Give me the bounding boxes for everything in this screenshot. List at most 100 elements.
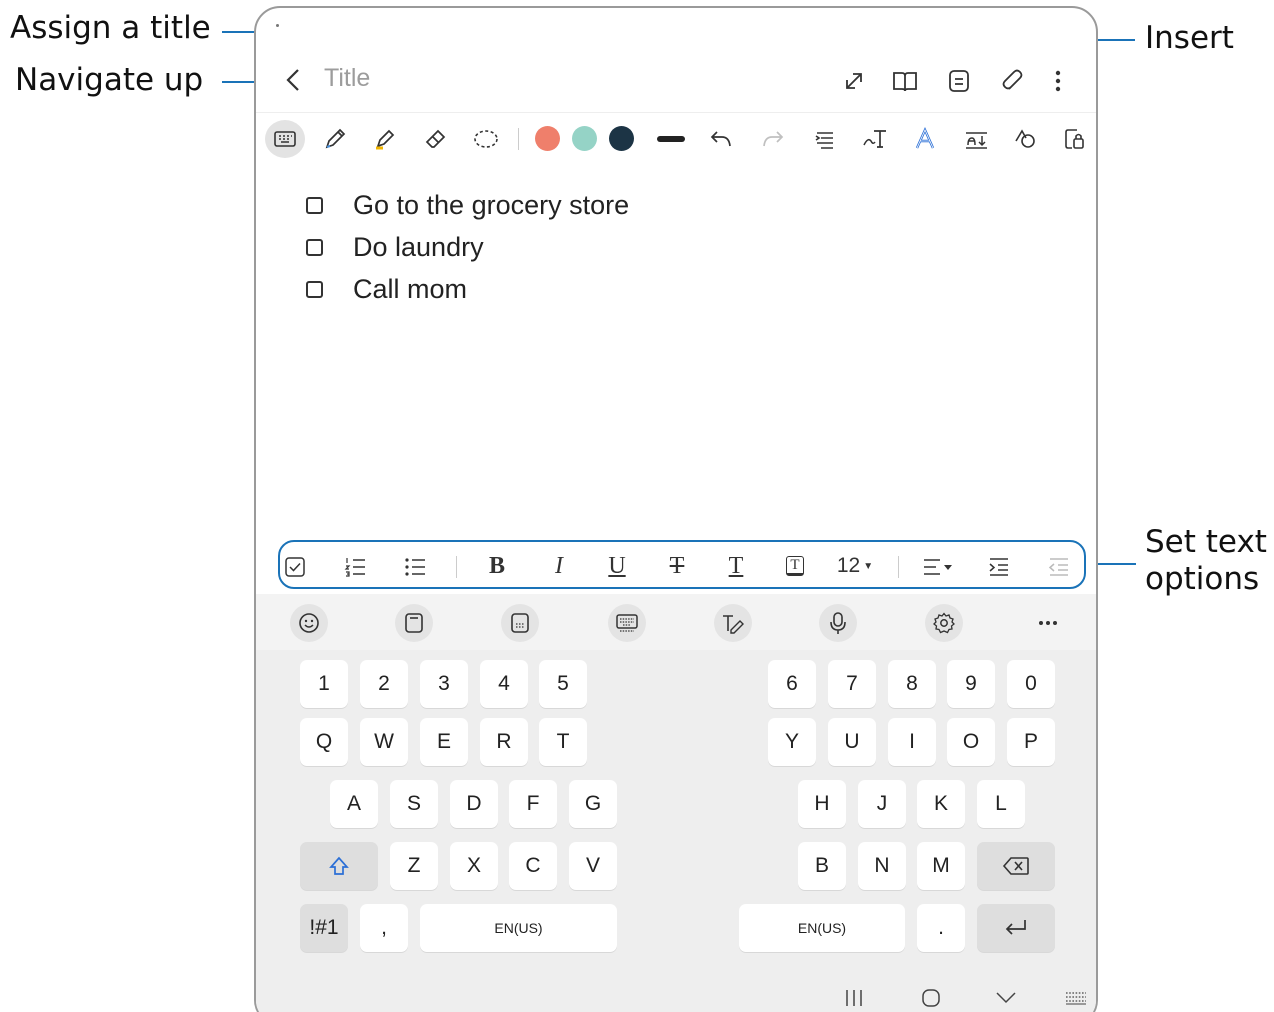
key[interactable]: I (888, 718, 936, 766)
key[interactable]: P (1007, 718, 1055, 766)
expand-icon[interactable] (838, 66, 870, 96)
key[interactable]: 8 (888, 660, 936, 708)
outdent-icon[interactable] (1046, 554, 1072, 580)
key[interactable]: W (360, 718, 408, 766)
checklist-item-text[interactable]: Call mom (353, 274, 467, 305)
microphone-icon[interactable] (819, 604, 857, 642)
stroke-width-icon[interactable] (654, 124, 688, 154)
space-bar-right[interactable]: EN(US) (739, 904, 905, 952)
bold-button[interactable]: B (482, 553, 512, 579)
key[interactable]: O (947, 718, 995, 766)
keyboard-size-icon[interactable] (608, 604, 646, 642)
comma-key[interactable]: , (360, 904, 408, 952)
handwriting-icon[interactable] (714, 604, 752, 642)
page-icon[interactable] (943, 66, 975, 96)
emoji-icon[interactable] (290, 604, 328, 642)
key[interactable]: 7 (828, 660, 876, 708)
shapes-icon[interactable] (1010, 124, 1040, 154)
checklist-item-text[interactable]: Do laundry (353, 232, 484, 263)
key[interactable]: 0 (1007, 660, 1055, 708)
key[interactable]: U (828, 718, 876, 766)
checkbox-icon[interactable] (306, 281, 323, 298)
period-key[interactable]: . (917, 904, 965, 952)
backspace-key[interactable] (977, 842, 1055, 890)
paragraph-align-icon[interactable] (920, 554, 956, 580)
strikethrough-button[interactable]: T (662, 553, 692, 579)
key[interactable]: 1 (300, 660, 348, 708)
one-handed-keyboard-icon[interactable] (501, 604, 539, 642)
align-text-icon[interactable] (810, 124, 840, 154)
checklist-item-text[interactable]: Go to the grocery store (353, 190, 629, 221)
key[interactable]: 9 (947, 660, 995, 708)
symbols-key[interactable]: !#1 (300, 904, 348, 952)
key[interactable]: X (450, 842, 498, 890)
undo-icon[interactable] (706, 124, 736, 154)
highlighter-icon[interactable] (370, 124, 400, 154)
clipboard-icon[interactable] (395, 604, 433, 642)
italic-button[interactable]: I (544, 553, 574, 579)
key[interactable]: R (480, 718, 528, 766)
key[interactable]: H (798, 780, 846, 828)
key[interactable]: S (390, 780, 438, 828)
keyboard-switch-icon[interactable] (1060, 986, 1092, 1010)
key[interactable]: B (798, 842, 846, 890)
back-icon[interactable] (278, 64, 308, 96)
key[interactable]: T (539, 718, 587, 766)
font-size-dropdown[interactable]: 12 ▼ (834, 553, 876, 579)
key[interactable]: 2 (360, 660, 408, 708)
key[interactable]: C (509, 842, 557, 890)
indent-icon[interactable] (986, 554, 1012, 580)
bullet-list-icon[interactable] (402, 554, 428, 580)
keyboard-settings-gear-icon[interactable] (925, 604, 963, 642)
key[interactable]: A (330, 780, 378, 828)
color-swatch-mint[interactable] (572, 126, 597, 151)
key[interactable]: Z (390, 842, 438, 890)
key[interactable]: G (569, 780, 617, 828)
key[interactable]: Q (300, 718, 348, 766)
key[interactable]: 5 (539, 660, 587, 708)
handwriting-to-text-icon[interactable] (859, 124, 891, 154)
more-vertical-icon[interactable] (1044, 66, 1072, 96)
keyboard-mode-icon[interactable] (265, 120, 305, 158)
checkbox-icon[interactable] (306, 197, 323, 214)
checkbox-icon[interactable] (306, 239, 323, 256)
more-horizontal-icon[interactable] (1032, 610, 1064, 636)
text-style-icon[interactable] (910, 124, 940, 154)
numbered-list-icon[interactable] (342, 554, 368, 580)
hide-keyboard-icon[interactable] (990, 986, 1022, 1010)
book-icon[interactable] (889, 66, 921, 96)
text-size-icon[interactable] (960, 124, 992, 154)
key[interactable]: F (509, 780, 557, 828)
checklist-item[interactable]: Call mom (306, 274, 467, 305)
checklist-item[interactable]: Go to the grocery store (306, 190, 629, 221)
lock-page-icon[interactable] (1059, 124, 1089, 154)
key[interactable]: K (917, 780, 965, 828)
pen-icon[interactable] (320, 124, 350, 154)
color-swatch-coral[interactable] (535, 126, 560, 151)
key[interactable]: 4 (480, 660, 528, 708)
home-icon[interactable] (915, 986, 947, 1010)
attach-icon[interactable] (997, 66, 1029, 96)
key[interactable]: Y (768, 718, 816, 766)
underline-button[interactable]: U (602, 553, 632, 579)
key[interactable]: J (858, 780, 906, 828)
key[interactable]: 6 (768, 660, 816, 708)
key[interactable]: N (858, 842, 906, 890)
lasso-icon[interactable] (470, 124, 502, 154)
key[interactable]: D (450, 780, 498, 828)
key[interactable]: L (977, 780, 1025, 828)
text-color-button[interactable]: T (721, 553, 751, 579)
checklist-item[interactable]: Do laundry (306, 232, 484, 263)
key[interactable]: 3 (420, 660, 468, 708)
title-input[interactable]: Title (324, 64, 370, 93)
key[interactable]: E (420, 718, 468, 766)
recent-apps-icon[interactable] (838, 986, 870, 1010)
enter-key[interactable] (977, 904, 1055, 952)
color-swatch-navy[interactable] (609, 126, 634, 151)
space-bar-left[interactable]: EN(US) (420, 904, 617, 952)
redo-icon[interactable] (758, 124, 788, 154)
key[interactable]: M (917, 842, 965, 890)
shift-key[interactable] (300, 842, 378, 890)
text-highlight-button[interactable]: T (780, 553, 810, 579)
checklist-format-icon[interactable] (282, 554, 308, 580)
